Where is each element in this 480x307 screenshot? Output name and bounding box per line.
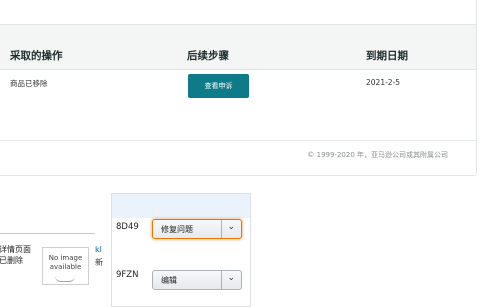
divider: [0, 140, 477, 141]
dropdown-label: 修复问题: [161, 225, 193, 234]
dropdown-separator: [221, 220, 222, 238]
header-action-taken: 采取的操作: [10, 50, 63, 62]
listing-status-line2: 已删除: [0, 256, 23, 265]
action-taken-value: 商品已移除: [10, 79, 48, 88]
view-appeal-button[interactable]: 查看申诉: [188, 74, 249, 98]
listing-status-line1: 详情页面: [0, 245, 31, 254]
divider: [0, 233, 95, 234]
actions-panel: 8D49 修复问题 ⌄ 9FZN 编辑 ⌄: [111, 193, 251, 307]
sku-fragment: 8D49: [116, 222, 139, 232]
product-title-link[interactable]: kl: [95, 245, 102, 254]
condition-text: 新: [95, 258, 103, 267]
listing-status-text: 详情页面 已删除: [0, 244, 31, 266]
chevron-down-icon: ⌄: [227, 222, 235, 232]
table-header-band: [0, 24, 476, 70]
dropdown-label: 编辑: [161, 276, 177, 285]
chevron-down-icon: ⌄: [227, 273, 235, 283]
header-next-steps: 后续步骤: [187, 50, 229, 62]
dropdown-separator: [221, 271, 222, 289]
fix-issue-dropdown[interactable]: 修复问题 ⌄: [152, 219, 242, 239]
copyright-footer: © 1999-2020 年，亚马逊公司或其附属公司: [307, 151, 448, 159]
actions-panel-header: [112, 194, 250, 218]
due-date-value: 2021-2-5: [366, 78, 401, 87]
no-image-label-line2: available: [49, 263, 82, 271]
smile-logo-icon: [55, 276, 75, 282]
edit-dropdown[interactable]: 编辑 ⌄: [152, 270, 242, 290]
no-image-placeholder: No image available: [42, 247, 89, 285]
no-image-label-line1: No image: [48, 254, 83, 262]
header-due-date: 到期日期: [366, 50, 408, 62]
sku-fragment: 9FZN: [116, 270, 139, 280]
